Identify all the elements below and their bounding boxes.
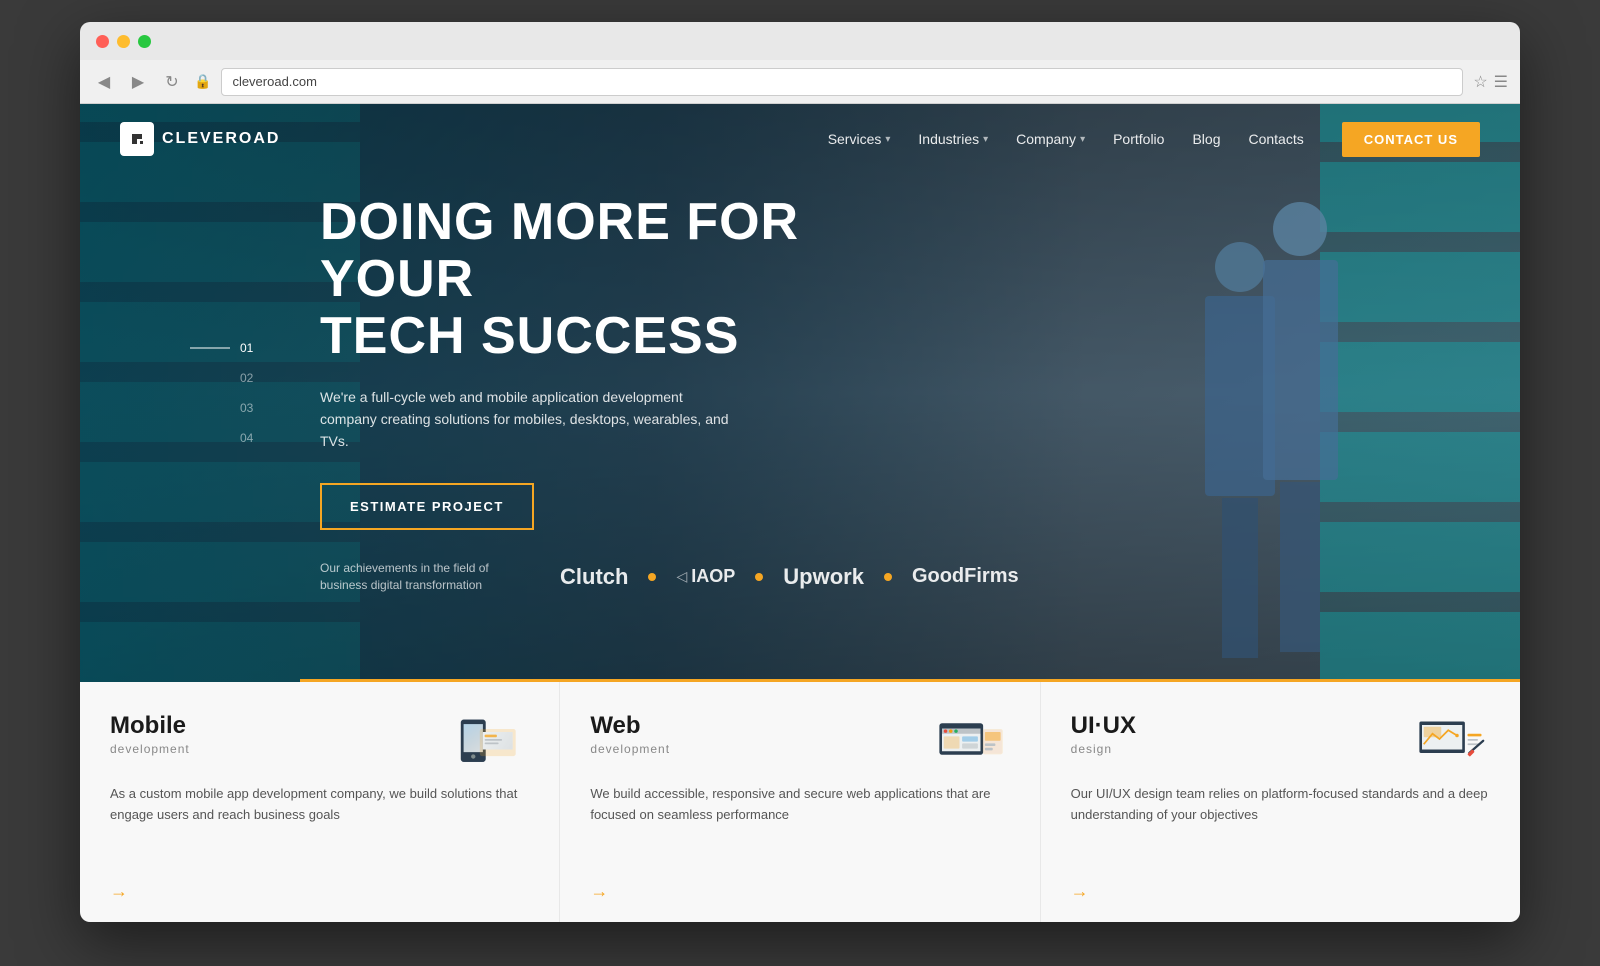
partner-goodfirms: GoodFirms <box>912 565 1019 588</box>
uiux-service-title: UI·UX <box>1071 712 1410 740</box>
mobile-service-header: Mobile development <box>110 712 529 772</box>
nav-services[interactable]: Services ▾ <box>828 131 891 147</box>
close-window-button[interactable] <box>96 35 109 48</box>
nav-contacts[interactable]: Contacts <box>1248 131 1303 147</box>
mac-window: ◀ ▶ ↻ 🔒 ☆ ☰ <box>80 22 1520 922</box>
web-title-block: Web development <box>590 712 929 756</box>
services-section: Mobile development <box>80 682 1520 922</box>
partner-iaop: ◁ IAOP <box>676 566 735 587</box>
slide-indicator-4[interactable]: 04 <box>240 431 259 445</box>
chevron-down-icon: ▾ <box>983 134 988 145</box>
maximize-window-button[interactable] <box>138 35 151 48</box>
bookmark-icon[interactable]: ☆ <box>1473 72 1487 92</box>
nav-blog[interactable]: Blog <box>1192 131 1220 147</box>
hero-subtext: We're a full-cycle web and mobile applic… <box>320 386 740 453</box>
chevron-down-icon: ▾ <box>1080 134 1085 145</box>
hero-section: 01 02 03 04 CLEVEROAD <box>80 104 1520 682</box>
logo[interactable]: CLEVEROAD <box>120 122 280 156</box>
estimate-project-button[interactable]: ESTIMATE PROJECT <box>320 483 534 530</box>
navbar: CLEVEROAD Services ▾ Industries ▾ Compan… <box>80 104 1520 174</box>
uiux-title-block: UI·UX design <box>1071 712 1410 756</box>
back-button[interactable]: ◀ <box>92 70 116 94</box>
address-bar[interactable] <box>221 68 1463 96</box>
partners-label: Our achievements in the field of busines… <box>320 560 500 594</box>
uiux-service-arrow[interactable]: → <box>1071 881 1490 902</box>
partner-separator-3 <box>884 573 892 581</box>
mobile-service-title: Mobile <box>110 712 449 740</box>
forward-button[interactable]: ▶ <box>126 70 150 94</box>
uiux-service-subtitle: design <box>1071 742 1410 756</box>
slide-indicator-1[interactable]: 01 <box>240 341 259 355</box>
web-service-header: Web development <box>590 712 1009 772</box>
web-service-icon <box>930 712 1010 772</box>
service-card-web: Web development <box>560 682 1040 922</box>
logo-text: CLEVEROAD <box>162 130 280 148</box>
uiux-service-icon <box>1410 712 1490 772</box>
hero-main-content: DOING MORE FOR YOUR TECH SUCCESS We're a… <box>80 194 1520 530</box>
website-content: 01 02 03 04 CLEVEROAD <box>80 104 1520 922</box>
slide-indicators: 01 02 03 04 <box>240 341 259 445</box>
menu-icon[interactable]: ☰ <box>1494 72 1508 92</box>
contact-us-button[interactable]: CONTACT US <box>1342 122 1480 157</box>
ssl-icon: 🔒 <box>194 73 211 90</box>
hero-headline-line2: TECH SUCCESS <box>320 307 739 365</box>
mobile-service-icon <box>449 712 529 772</box>
mobile-service-subtitle: development <box>110 742 449 756</box>
slide-indicator-3[interactable]: 03 <box>240 401 259 415</box>
logo-icon <box>120 122 154 156</box>
minimize-window-button[interactable] <box>117 35 130 48</box>
web-service-arrow[interactable]: → <box>590 881 1009 902</box>
partner-separator-2 <box>755 573 763 581</box>
web-service-title: Web <box>590 712 929 740</box>
mobile-title-block: Mobile development <box>110 712 449 756</box>
service-card-mobile: Mobile development <box>80 682 560 922</box>
slide-indicator-2[interactable]: 02 <box>240 371 259 385</box>
uiux-service-header: UI·UX design <box>1071 712 1490 772</box>
web-service-subtitle: development <box>590 742 929 756</box>
partner-upwork: Upwork <box>783 564 864 590</box>
hero-headline: DOING MORE FOR YOUR TECH SUCCESS <box>320 194 880 366</box>
hero-headline-line1: DOING MORE FOR YOUR <box>320 193 799 308</box>
mobile-service-description: As a custom mobile app development compa… <box>110 784 529 871</box>
nav-links: Services ▾ Industries ▾ Company ▾ Portfo… <box>828 122 1480 157</box>
uiux-service-description: Our UI/UX design team relies on platform… <box>1071 784 1490 871</box>
partner-clutch: Clutch <box>560 564 628 590</box>
browser-actions: ☆ ☰ <box>1473 72 1508 92</box>
reload-button[interactable]: ↻ <box>160 70 184 94</box>
nav-industries[interactable]: Industries ▾ <box>918 131 988 147</box>
mobile-service-arrow[interactable]: → <box>110 881 529 902</box>
nav-portfolio[interactable]: Portfolio <box>1113 131 1164 147</box>
web-service-description: We build accessible, responsive and secu… <box>590 784 1009 871</box>
mac-window-buttons <box>96 35 151 48</box>
partners-logos: Clutch ◁ IAOP Upwork GoodFirms <box>560 564 1019 590</box>
nav-company[interactable]: Company ▾ <box>1016 131 1085 147</box>
hero-accent-bar <box>300 679 1520 682</box>
partners-bar: Our achievements in the field of busines… <box>80 530 1520 614</box>
iaop-label: IAOP <box>691 566 735 587</box>
browser-toolbar: ◀ ▶ ↻ 🔒 ☆ ☰ <box>80 60 1520 104</box>
service-card-uiux: UI·UX design <box>1041 682 1520 922</box>
mac-titlebar <box>80 22 1520 60</box>
partner-separator-1 <box>648 573 656 581</box>
chevron-down-icon: ▾ <box>885 134 890 145</box>
